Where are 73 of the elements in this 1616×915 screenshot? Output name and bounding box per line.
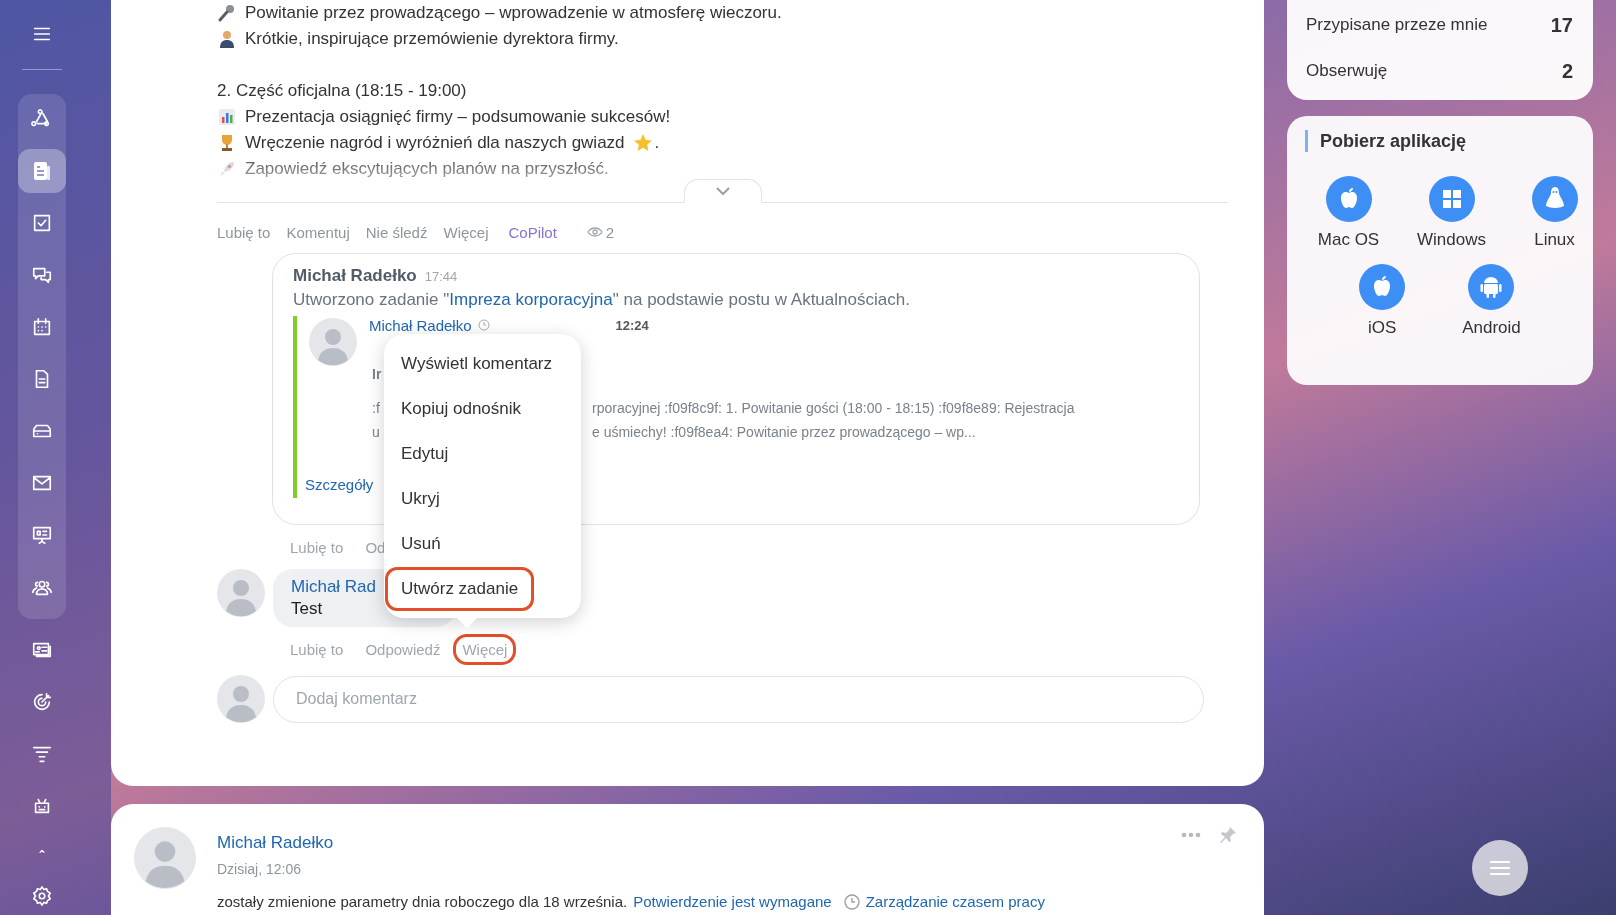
post-action-link[interactable]: Nie śledź — [365, 223, 428, 241]
presentation-icon — [31, 524, 53, 546]
avatar — [217, 675, 265, 723]
comment-text: Test — [291, 599, 324, 619]
checkbox-icon — [31, 212, 53, 234]
post-text-line: Prezentacja osiągnięć firmy – podsumowanie sukcesów! — [245, 106, 671, 128]
comment-time: 17:44 — [424, 269, 458, 284]
calendar-icon — [31, 316, 53, 338]
avatar — [134, 827, 196, 889]
bar-chart-icon — [217, 107, 237, 127]
quote-text: Ir — [372, 366, 382, 382]
post-action-link[interactable]: Komentuj — [286, 223, 350, 241]
details-link[interactable]: Szczegóły — [305, 476, 374, 493]
quote-text: e uśmiechy! :f09f8ea4: Powitanie przez prowadzącego – wp... — [592, 424, 976, 440]
quote-author[interactable]: Michał Radełko — [369, 316, 472, 334]
app-download-button[interactable]: Windows — [1400, 176, 1503, 250]
avatar — [309, 318, 357, 366]
menu-item[interactable]: Usuń — [385, 522, 457, 566]
comment-author: Michał Radełko — [293, 266, 417, 286]
menu-item[interactable]: Wyświetl komentarz — [385, 342, 568, 386]
app-download-button[interactable]: Linux — [1503, 176, 1606, 250]
windows-icon — [1428, 176, 1475, 222]
quote-text: rporacyjnej :f09f8c9f: 1. Powitanie gości (18:00 - 18:15) :f09f8e89: Rejestracja — [592, 400, 1075, 416]
sidebar-item[interactable] — [18, 149, 66, 193]
counter-label[interactable]: Przypisane przeze mnie — [1306, 15, 1488, 35]
counter-label[interactable]: Obserwuję — [1306, 61, 1388, 81]
clock-icon — [477, 319, 490, 331]
target-icon — [31, 691, 53, 713]
post-text: zostały zmienione parametry dnia roboczego dla 18 września. — [217, 893, 628, 910]
post-text-line: Wręczenie nagród i wyróżnień dla naszych gwiazd — [245, 132, 625, 154]
time-management-link[interactable]: Zarządzanie czasem pracy — [865, 893, 1045, 910]
confirmation-link[interactable]: Potwierdzenie jest wymagane — [633, 893, 832, 910]
clock-icon — [843, 893, 860, 910]
list-icon — [1489, 860, 1511, 876]
comment-input-field[interactable]: Dodaj komentarz — [273, 675, 1204, 723]
apple-icon — [1359, 264, 1406, 310]
comment-text: Utworzono zadanie "Impreza korporacyjna" na podstawie postu w Aktualnościach. — [293, 290, 911, 310]
eye-icon — [586, 227, 603, 237]
post-action-link[interactable]: CoPilot — [508, 223, 557, 241]
star-icon — [632, 133, 653, 153]
app-download-button[interactable]: iOS — [1359, 264, 1406, 338]
post-text-line: Krótkie, inspirujące przemówienie dyrektora firmy. — [245, 28, 619, 50]
menu-item[interactable]: Edytuj — [385, 432, 465, 476]
penguin-icon — [1531, 176, 1578, 222]
counter-value: 2 — [1561, 59, 1573, 83]
view-count: 2 — [605, 223, 615, 241]
post-text-line: 2. Część oficjalna (18:15 - 19:00) — [217, 80, 467, 102]
post-author[interactable]: Michał Radełko — [217, 833, 334, 853]
settings-icon — [31, 885, 53, 907]
chevron-down-icon — [714, 186, 731, 196]
quote-time: 12:24 — [615, 317, 649, 333]
quote-text: :f — [372, 400, 380, 416]
quote-text: u — [372, 424, 380, 440]
post-date: Dzisiaj, 12:06 — [217, 861, 303, 877]
avatar — [217, 569, 265, 617]
android-icon — [1468, 264, 1515, 310]
rocket-icon — [217, 159, 237, 179]
post-text-line: Powitanie przez prowadzącego – wprowadzenie w atmosferę wieczoru. — [245, 2, 782, 24]
app-download-button[interactable]: Android — [1462, 264, 1521, 338]
counter-value: 17 — [1550, 13, 1573, 37]
app-download-button[interactable]: Mac OS — [1297, 176, 1400, 250]
menu-item[interactable]: Ukryj — [385, 477, 456, 521]
person-icon — [217, 29, 237, 49]
apps-title: Pobierz aplikację — [1305, 130, 1583, 152]
task-link[interactable]: Impreza korporacyjna — [449, 290, 613, 309]
menu-item[interactable]: Utwórz zadanie — [385, 567, 535, 611]
microphone-icon — [217, 3, 237, 23]
punctuation: . — [654, 132, 660, 154]
apple-icon — [1325, 176, 1372, 222]
post-action-link[interactable]: Więcej — [443, 223, 489, 241]
menu-item[interactable]: Kopiuj odnośnik — [385, 387, 538, 431]
comment-author[interactable]: Michał Rad — [291, 577, 377, 597]
post-text-line: Zapowiedź ekscytujących planów na przyszłość. — [245, 158, 609, 180]
